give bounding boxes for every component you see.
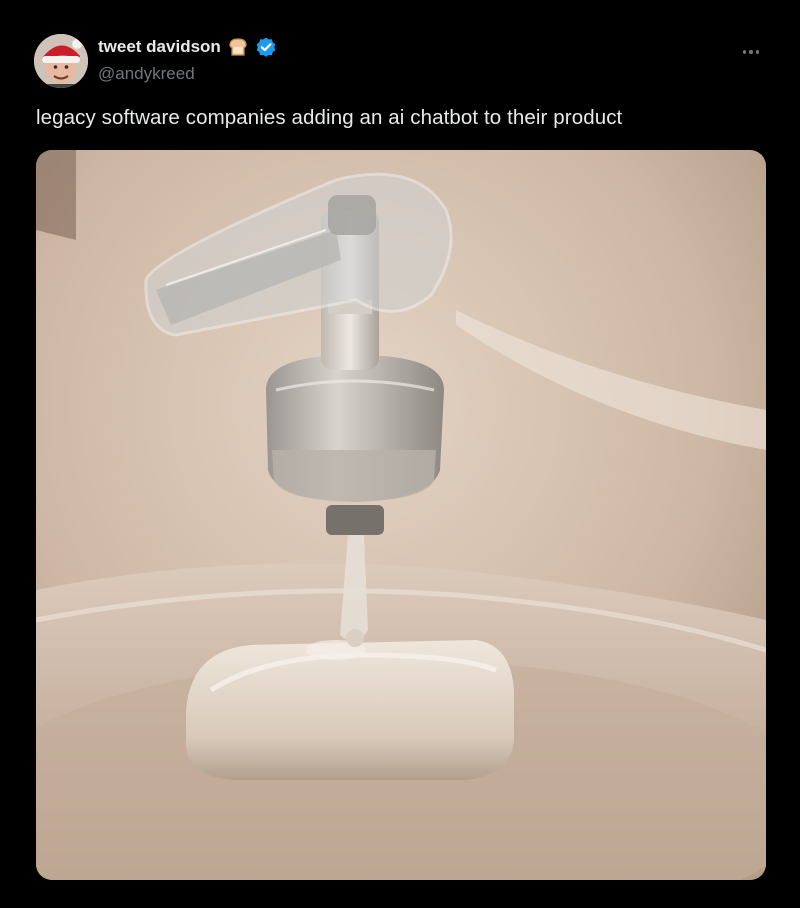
more-dot-icon [755, 50, 760, 54]
more-dot-icon [742, 50, 747, 54]
tweet-text: legacy software companies adding an ai c… [36, 106, 623, 129]
more-options-button[interactable] [738, 42, 764, 62]
more-dot-icon [749, 50, 753, 54]
handle[interactable]: @andykreed [98, 64, 277, 84]
display-name[interactable]: tweet davidson [98, 37, 221, 57]
verified-badge-icon[interactable] [255, 36, 277, 58]
avatar[interactable] [34, 34, 88, 88]
avatar-image [34, 34, 88, 88]
author-name-row: tweet davidson [98, 36, 277, 58]
author-info: tweet davidson @andykreed [98, 36, 277, 84]
bread-icon [227, 36, 249, 58]
tweet-card: tweet davidson @andykreed legacy softwar… [0, 0, 800, 908]
tweet-media-image[interactable] [36, 150, 766, 880]
soap-pump-photo [36, 150, 766, 880]
